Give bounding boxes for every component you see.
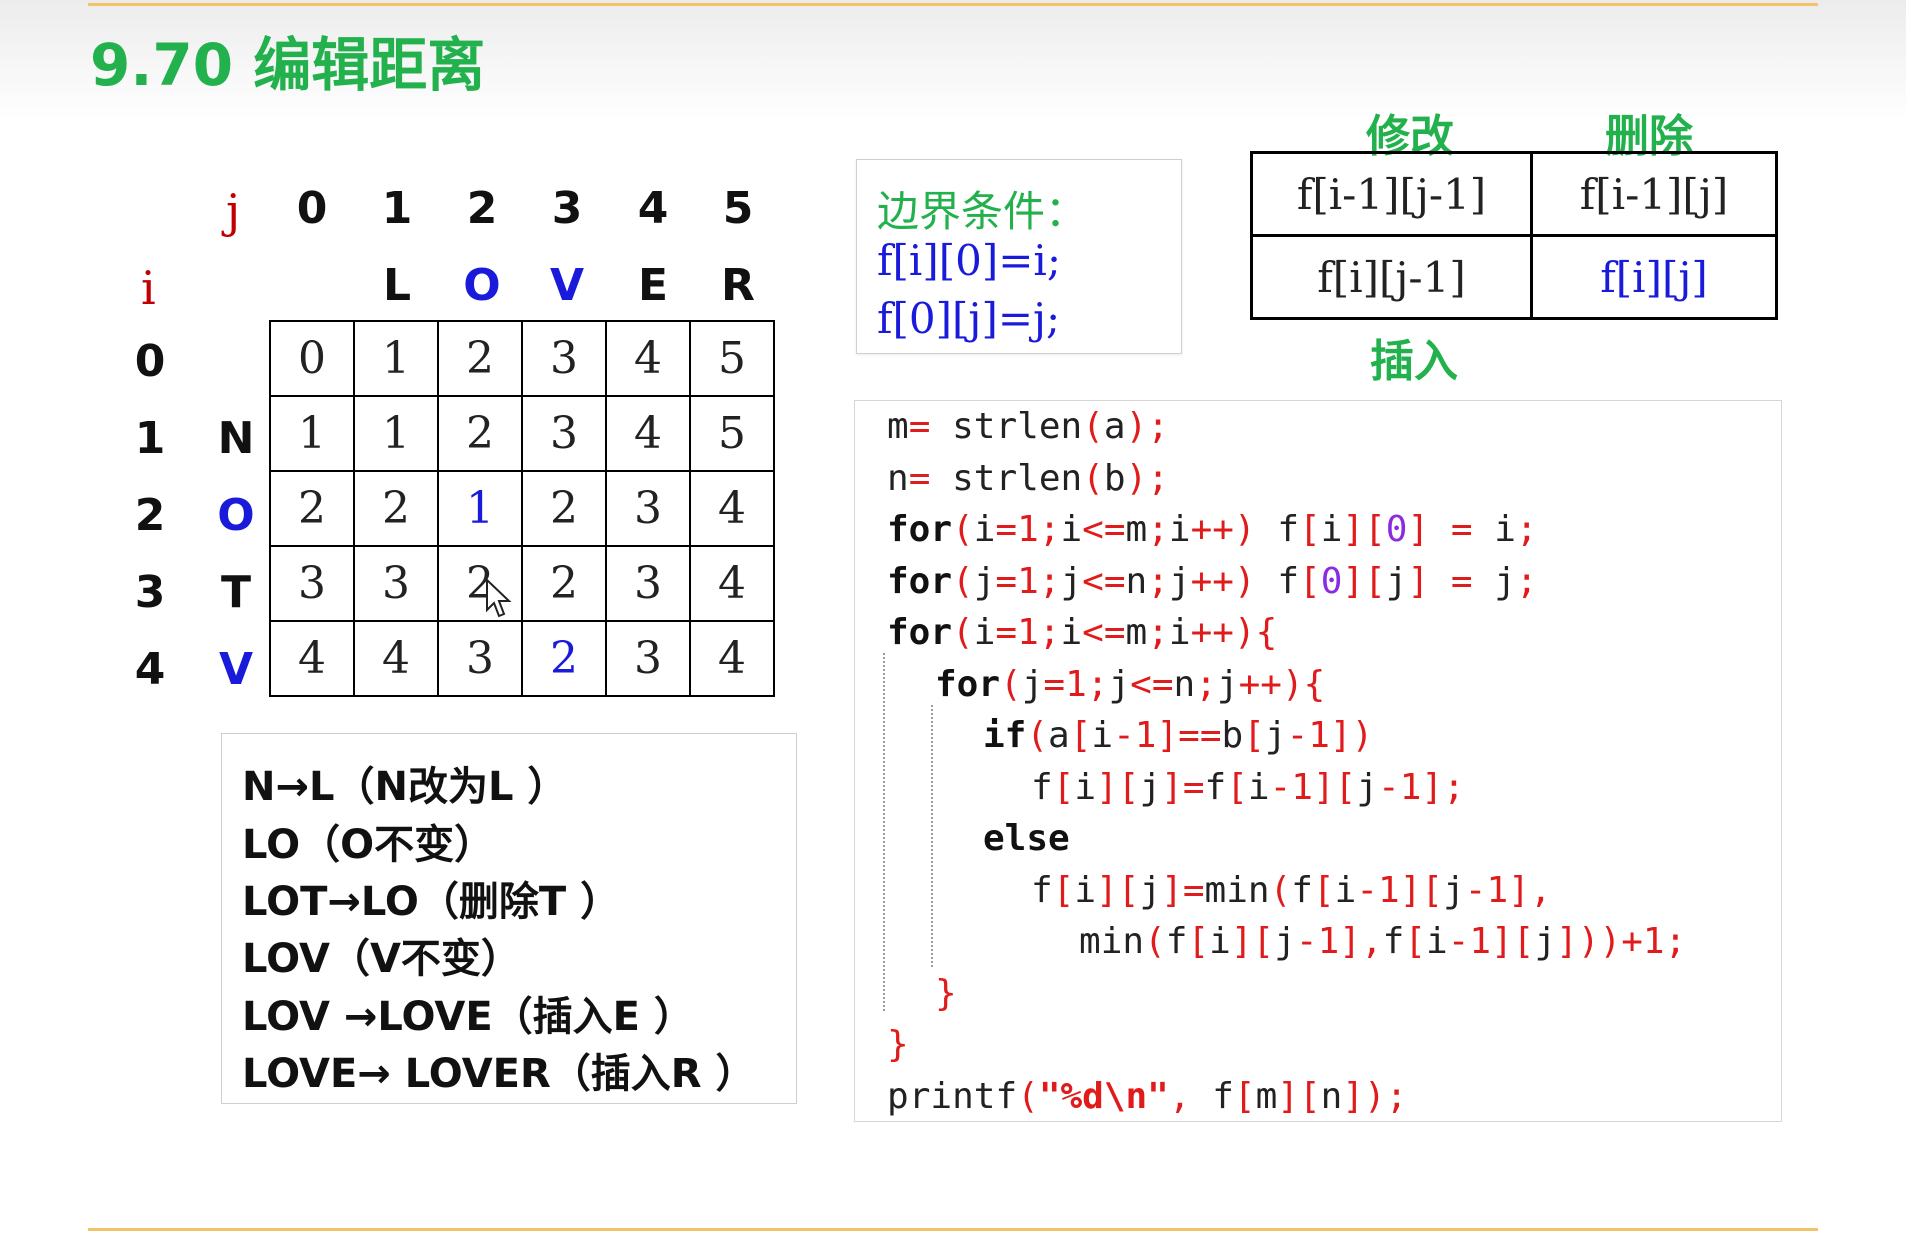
code-line: for(j=1;j<=n;j++) f[0][j] = j; [887,561,1538,602]
indent-guide [931,705,933,967]
dp-cell: 2 [521,545,607,622]
dp-cell: 2 [269,470,355,547]
list-item: LOT→LO（删除T ） [242,879,621,925]
column-letter: R [721,260,755,311]
row-letter: T [220,567,251,618]
row-index: 0 [134,336,166,387]
cell-diagonal: f[i-1][j-1] [1250,151,1533,237]
column-letter: V [549,260,585,311]
recurrence-table: f[i-1][j-1] f[i-1][j] f[i][j-1] f[i][j] [1250,151,1778,320]
top-rule [88,3,1818,6]
code-line: m= strlen(a); [887,406,1169,447]
cell-up: f[i-1][j] [1530,151,1778,237]
row-index: 3 [134,567,166,618]
boundary-row-condition: f[i][0]=i; [877,236,1062,285]
code-line: for(j=1;j<=n;j++){ [935,664,1326,705]
column-index: 4 [637,183,669,234]
boundary-heading: 边界条件： [877,187,1088,236]
slide-title: 9.70 编辑距离 [90,31,486,99]
dp-cell: 2 [437,320,523,397]
list-item: LOVE→ LOVER（插入R ） [242,1051,756,1097]
label-insert: 插入 [1370,336,1458,387]
dp-table: 0 1 2 3 4 5 1 1 2 3 4 5 2 2 1 2 3 4 3 3 … [269,320,775,697]
table-row: 2 2 1 2 3 4 [269,470,775,547]
i-axis-label: i [141,261,156,315]
cell-left: f[i][j-1] [1250,234,1533,320]
dp-cell: 3 [269,545,355,622]
dp-cell: 3 [605,620,691,697]
j-axis-label: j [226,184,241,238]
code-block: m= strlen(a); n= strlen(b); for(i=1;i<=m… [854,400,1782,1122]
dp-cell: 2 [521,470,607,547]
column-index: 5 [722,183,754,234]
dp-cell: 4 [689,545,775,622]
dp-cell: 1 [269,395,355,472]
edit-steps-box: N→L（N改为L ） LO（O不变） LOT→LO（删除T ） LOV（V不变）… [221,733,797,1104]
column-index: 1 [381,183,413,234]
column-index: 2 [466,183,498,234]
dp-cell: 4 [269,620,355,697]
boundary-conditions-box: 边界条件： f[i][0]=i; f[0][j]=j; [856,159,1182,354]
dp-cell-highlighted: 2 [521,620,607,697]
table-row: 3 3 2 2 3 4 [269,545,775,622]
column-letter: O [463,260,501,311]
code-line: } [935,973,957,1014]
row-index: 4 [134,644,166,695]
cell-current: f[i][j] [1530,234,1778,320]
code-line: printf("%d\n", f[m][n]); [887,1076,1408,1117]
dp-cell: 1 [353,395,439,472]
dp-cell: 1 [353,320,439,397]
mouse-cursor-icon [486,578,512,618]
row-letter: O [217,490,255,541]
table-row: 0 1 2 3 4 5 [269,320,775,397]
code-line: n= strlen(b); [887,458,1169,499]
table-row: f[i][j-1] f[i][j] [1250,234,1778,320]
row-index: 1 [134,413,166,464]
dp-cell: 4 [689,470,775,547]
code-line: } [887,1024,909,1065]
indent-guide [883,653,885,1011]
table-row: 4 4 3 2 3 4 [269,620,775,697]
dp-cell: 4 [605,395,691,472]
list-item: LOV →LOVE（插入E ） [242,994,694,1040]
code-line: min(f[i][j-1],f[i-1][j]))+1; [1079,921,1687,962]
code-line: f[i][j]=f[i-1][j-1]; [1031,767,1465,808]
code-line: f[i][j]=min(f[i-1][j-1], [1031,870,1552,911]
dp-cell: 3 [605,545,691,622]
row-letter: V [218,644,254,695]
dp-cell: 2 [353,470,439,547]
row-index: 2 [134,490,166,541]
list-item: N→L（N改为L ） [242,764,568,810]
dp-cell: 3 [437,620,523,697]
dp-cell: 3 [353,545,439,622]
dp-cell: 2 [437,395,523,472]
code-line: for(i=1;i<=m;i++){ [887,612,1278,653]
column-index: 3 [551,183,583,234]
column-letter: E [637,260,669,311]
code-line: else [983,818,1070,859]
dp-cell: 3 [521,320,607,397]
dp-cell: 5 [689,320,775,397]
dp-cell: 3 [521,395,607,472]
dp-cell: 4 [689,620,775,697]
list-item: LO（O不变） [242,822,495,868]
dp-cell: 3 [605,470,691,547]
code-line: if(a[i-1]==b[j-1]) [983,715,1374,756]
bottom-rule [88,1228,1818,1231]
dp-cell: 4 [605,320,691,397]
column-index: 0 [296,183,328,234]
dp-cell: 4 [353,620,439,697]
table-row: f[i-1][j-1] f[i-1][j] [1250,151,1778,237]
row-letter: N [217,413,255,464]
boundary-col-condition: f[0][j]=j; [877,294,1061,343]
dp-cell: 5 [689,395,775,472]
list-item: LOV（V不变） [242,936,521,982]
column-letter: L [382,260,412,311]
dp-cell-highlighted: 1 [437,470,523,547]
dp-cell: 0 [269,320,355,397]
table-row: 1 1 2 3 4 5 [269,395,775,472]
code-line: for(i=1;i<=m;i++) f[i][0] = i; [887,509,1538,550]
